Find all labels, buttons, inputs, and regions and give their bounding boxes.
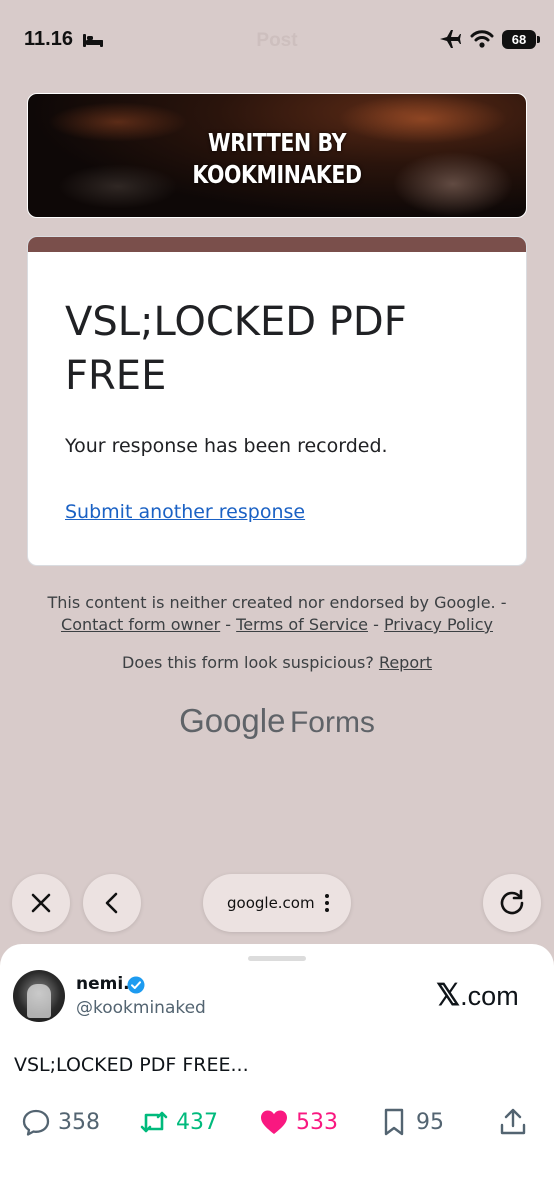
share-upload-icon — [500, 1108, 526, 1135]
bookmark-icon — [384, 1108, 404, 1136]
submit-another-response-link[interactable]: Submit another response — [65, 501, 305, 523]
banner-line-1: WRITTEN BY — [207, 128, 347, 157]
battery-indicator: 68 — [502, 30, 540, 49]
terms-of-service-link[interactable]: Terms of Service — [236, 615, 368, 634]
suspicious-form-line: Does this form look suspicious? Report — [0, 653, 554, 672]
x-logo-icon: 𝕏 — [436, 979, 461, 1012]
wifi-icon — [470, 30, 494, 48]
like-button[interactable]: 533 — [258, 1104, 338, 1140]
repost-count: 437 — [176, 1109, 218, 1135]
close-icon — [31, 893, 51, 913]
source-domain: .com — [460, 981, 519, 1011]
post-text: VSL;LOCKED PDF FREE... — [14, 1054, 249, 1076]
back-chevron-icon — [105, 892, 118, 914]
header-banner-image: WRITTEN BY KOOKMINAKED — [27, 93, 527, 218]
reply-count: 358 — [58, 1109, 100, 1135]
repost-icon — [140, 1111, 168, 1133]
url-text: google.com — [227, 894, 315, 912]
footer-links: Contact form owner - Terms of Service - … — [0, 614, 554, 636]
reload-icon — [500, 889, 524, 915]
reply-button[interactable]: 358 — [20, 1104, 100, 1140]
google-forms-logo[interactable]: Google Forms — [0, 702, 554, 740]
form-title: VSL;LOCKED PDF FREE — [65, 299, 407, 399]
like-count: 533 — [296, 1109, 338, 1135]
sheet-drag-handle[interactable] — [248, 956, 306, 961]
contact-form-owner-link[interactable]: Contact form owner — [61, 615, 220, 634]
suspicious-text: Does this form look suspicious? — [122, 653, 374, 672]
close-browser-button[interactable] — [12, 874, 70, 932]
share-button[interactable] — [497, 1104, 529, 1140]
x-com-source-link[interactable]: 𝕏.com — [436, 978, 519, 1013]
privacy-policy-link[interactable]: Privacy Policy — [384, 615, 493, 634]
status-bar: 11.16 Post 68 — [0, 0, 554, 80]
forms-wordmark: Forms — [289, 706, 375, 739]
card-accent-bar — [28, 237, 526, 252]
banner-line-2: KOOKMINAKED — [192, 160, 362, 189]
verified-badge-icon — [127, 976, 145, 994]
form-confirmation-card: VSL;LOCKED PDF FREE Your response has be… — [27, 236, 527, 566]
disclaimer-text: This content is neither created nor endo… — [47, 593, 507, 612]
reply-bubble-icon — [22, 1109, 50, 1136]
confirmation-message: Your response has been recorded. — [65, 435, 388, 457]
report-link[interactable]: Report — [379, 653, 432, 672]
heart-icon — [261, 1110, 287, 1134]
google-disclaimer: This content is neither created nor endo… — [0, 592, 554, 636]
more-options-icon[interactable] — [325, 893, 329, 913]
author-display-name[interactable]: nemi. — [76, 974, 130, 994]
airplane-mode-icon — [440, 30, 461, 48]
avatar[interactable] — [13, 970, 65, 1022]
repost-button[interactable]: 437 — [138, 1104, 218, 1140]
google-wordmark: Google — [179, 702, 286, 739]
post-bottom-sheet: nemi. @kookminaked 𝕏.com VSL;LOCKED PDF … — [0, 944, 554, 1200]
reload-button[interactable] — [483, 874, 541, 932]
banner-caption: WRITTEN BY KOOKMINAKED — [73, 127, 481, 191]
separator: - — [367, 615, 384, 634]
url-address-pill[interactable]: google.com — [203, 874, 351, 932]
back-button[interactable] — [83, 874, 141, 932]
separator: - — [220, 615, 237, 634]
author-handle[interactable]: @kookminaked — [76, 998, 206, 1018]
bookmark-count: 95 — [416, 1109, 444, 1135]
bookmark-button[interactable]: 95 — [378, 1104, 444, 1140]
